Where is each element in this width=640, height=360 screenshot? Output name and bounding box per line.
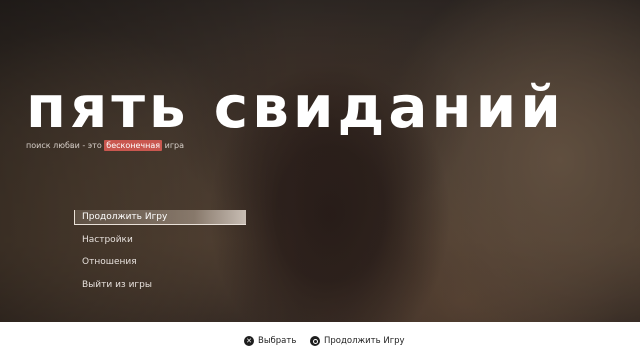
game-title: пять свиданий [26,73,565,141]
select-hint-label: Выбрать [258,336,297,346]
main-menu: Продолжить Игру Настройки Отношения Выйт… [74,210,246,300]
tagline-highlight: бесконечная [104,140,163,151]
menu-item-continue-game[interactable]: Продолжить Игру [74,210,246,225]
cross-button-icon: ✕ [244,336,254,346]
game-tagline: поиск любви - это бесконечная игра [26,140,184,152]
menu-item-quit-game[interactable]: Выйти из игры [74,278,246,293]
continue-hint[interactable]: Продолжить Игру [310,335,405,347]
select-hint[interactable]: ✕ Выбрать [244,335,296,347]
continue-hint-label: Продолжить Игру [324,336,405,346]
menu-item-relationships[interactable]: Отношения [74,255,246,270]
menu-item-settings[interactable]: Настройки [74,233,246,248]
controller-hint-bar: ✕ Выбрать Продолжить Игру [0,322,640,360]
tagline-text-start: поиск любви - это [26,141,102,150]
tagline-text-end: игра [164,141,185,150]
circle-button-icon [310,336,320,346]
